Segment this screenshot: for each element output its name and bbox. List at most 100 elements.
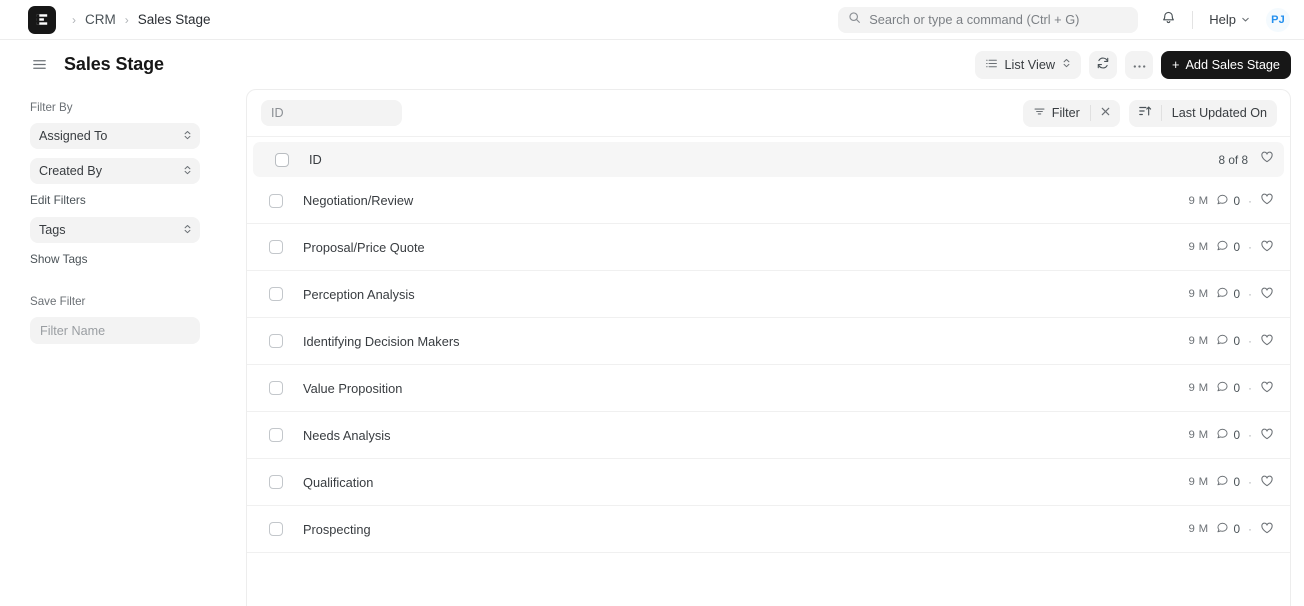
row-id-link[interactable]: Needs Analysis (303, 428, 391, 443)
edit-filters-link[interactable]: Edit Filters (30, 193, 215, 207)
row-comment-count[interactable]: 0 (1216, 521, 1240, 537)
help-label: Help (1209, 12, 1236, 27)
row-id-link[interactable]: Value Proposition (303, 381, 402, 396)
comment-count-value: 0 (1233, 475, 1240, 489)
row-checkbox[interactable] (269, 475, 283, 489)
row-id-link[interactable]: Prospecting (303, 522, 371, 537)
comment-icon (1216, 521, 1229, 537)
row-like-button[interactable] (1260, 286, 1274, 303)
filter-assigned-to[interactable]: Assigned To (30, 123, 200, 149)
row-like-button[interactable] (1260, 192, 1274, 209)
row-like-button[interactable] (1260, 380, 1274, 397)
sort-control-group: Last Updated On (1129, 100, 1277, 127)
row-like-button[interactable] (1260, 474, 1274, 491)
row-comment-count[interactable]: 0 (1216, 427, 1240, 443)
table-row[interactable]: Needs Analysis 9 M 0 · (247, 412, 1290, 459)
row-checkbox[interactable] (269, 287, 283, 301)
table-row[interactable]: Perception Analysis 9 M 0 · (247, 271, 1290, 318)
refresh-icon (1096, 56, 1110, 73)
row-like-button[interactable] (1260, 427, 1274, 444)
row-checkbox[interactable] (269, 381, 283, 395)
avatar[interactable]: PJ (1266, 8, 1290, 32)
row-comment-count[interactable]: 0 (1216, 380, 1240, 396)
row-comment-count[interactable]: 0 (1216, 239, 1240, 255)
filter-assigned-to-label: Assigned To (39, 129, 183, 143)
notifications-button[interactable] (1154, 6, 1182, 34)
hamburger-menu-icon[interactable] (28, 54, 50, 76)
meta-separator: · (1248, 523, 1252, 535)
like-filter-button[interactable] (1260, 150, 1274, 169)
help-menu[interactable]: Help (1203, 8, 1256, 31)
filter-button[interactable]: Filter (1023, 100, 1090, 127)
row-id-link[interactable]: Qualification (303, 475, 373, 490)
column-header-id[interactable]: ID (309, 152, 322, 167)
row-meta: 9 M 0 · (1189, 521, 1274, 538)
table-row[interactable]: Prospecting 9 M 0 · (247, 506, 1290, 553)
filter-by-label: Filter By (30, 101, 215, 114)
table-row[interactable]: Value Proposition 9 M 0 · (247, 365, 1290, 412)
list-icon (985, 57, 998, 73)
heart-icon (1260, 333, 1274, 350)
page-header: Sales Stage List View (0, 40, 1304, 89)
meta-separator: · (1248, 476, 1252, 488)
table-row[interactable]: Proposal/Price Quote 9 M 0 · (247, 224, 1290, 271)
filter-tags[interactable]: Tags (30, 217, 200, 243)
clear-filter-button[interactable] (1091, 100, 1120, 127)
filter-created-by[interactable]: Created By (30, 158, 200, 184)
list-panel: ID Filter (246, 89, 1291, 606)
row-like-button[interactable] (1260, 333, 1274, 350)
row-comment-count[interactable]: 0 (1216, 333, 1240, 349)
row-comment-count[interactable]: 0 (1216, 286, 1240, 302)
global-search[interactable]: Search or type a command (Ctrl + G) (838, 7, 1138, 33)
meta-separator: · (1248, 288, 1252, 300)
sort-field-button[interactable]: Last Updated On (1162, 100, 1277, 127)
row-checkbox[interactable] (269, 334, 283, 348)
list-panel-footer-area (247, 553, 1290, 606)
row-meta: 9 M 0 · (1189, 192, 1274, 209)
bell-icon (1161, 10, 1176, 30)
row-checkbox[interactable] (269, 522, 283, 536)
row-id-link[interactable]: Negotiation/Review (303, 193, 413, 208)
add-sales-stage-button[interactable]: + Add Sales Stage (1161, 51, 1291, 79)
select-all-checkbox[interactable] (275, 153, 289, 167)
row-like-button[interactable] (1260, 239, 1274, 256)
id-filter-input[interactable]: ID (261, 100, 402, 126)
comment-icon (1216, 193, 1229, 209)
search-input[interactable]: Search or type a command (Ctrl + G) (869, 12, 1079, 27)
more-options-button[interactable] (1125, 51, 1153, 79)
row-meta: 9 M 0 · (1189, 427, 1274, 444)
chevron-up-down-icon (183, 164, 192, 179)
breadcrumb-item-sales-stage[interactable]: Sales Stage (138, 12, 211, 27)
meta-separator: · (1248, 335, 1252, 347)
list-view-switcher[interactable]: List View (975, 51, 1082, 79)
row-id-link[interactable]: Identifying Decision Makers (303, 334, 459, 349)
row-meta: 9 M 0 · (1189, 474, 1274, 491)
table-row[interactable]: Identifying Decision Makers 9 M 0 · (247, 318, 1290, 365)
heart-icon (1260, 474, 1274, 491)
row-id-link[interactable]: Perception Analysis (303, 287, 415, 302)
row-checkbox[interactable] (269, 194, 283, 208)
list-view-label: List View (1005, 58, 1056, 72)
row-comment-count[interactable]: 0 (1216, 193, 1240, 209)
filter-name-input[interactable]: Filter Name (30, 317, 200, 344)
page-title: Sales Stage (64, 54, 164, 75)
row-like-button[interactable] (1260, 521, 1274, 538)
erpnext-logo-icon[interactable] (28, 6, 56, 34)
row-comment-count[interactable]: 0 (1216, 474, 1240, 490)
list-toolbar: ID Filter (247, 90, 1290, 137)
navbar-right-actions: Help PJ (1154, 6, 1290, 34)
row-last-modified: 9 M (1189, 476, 1209, 488)
row-checkbox[interactable] (269, 428, 283, 442)
refresh-button[interactable] (1089, 51, 1117, 79)
breadcrumb: › CRM › Sales Stage (72, 12, 211, 27)
close-icon (1100, 104, 1111, 122)
row-id-link[interactable]: Proposal/Price Quote (303, 240, 425, 255)
breadcrumb-item-crm[interactable]: CRM (85, 12, 116, 27)
comment-count-value: 0 (1233, 381, 1240, 395)
show-tags-link[interactable]: Show Tags (30, 252, 215, 266)
row-checkbox[interactable] (269, 240, 283, 254)
table-row[interactable]: Qualification 9 M 0 · (247, 459, 1290, 506)
sort-direction-button[interactable] (1129, 100, 1161, 127)
page-header-actions: List View (975, 51, 1292, 79)
table-row[interactable]: Negotiation/Review 9 M 0 · (247, 177, 1290, 224)
